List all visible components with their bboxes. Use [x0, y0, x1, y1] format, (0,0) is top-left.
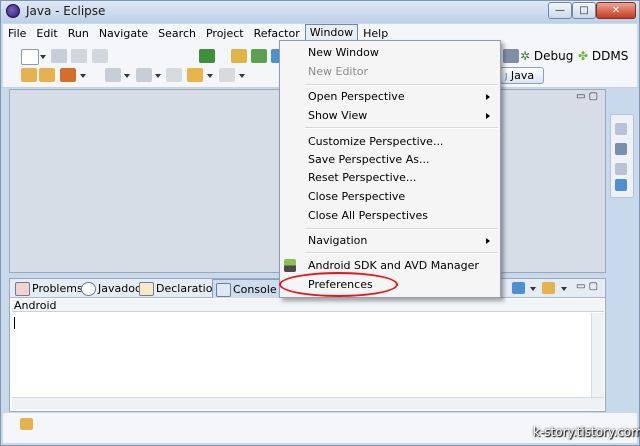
menu-item-android-sdk-avd-manager[interactable]: Android SDK and AVD Manager: [308, 259, 479, 272]
menu-separator: [305, 252, 498, 254]
window-title: Java - Eclipse: [26, 4, 106, 18]
save-icon[interactable]: [51, 49, 67, 63]
back-icon[interactable]: [187, 68, 203, 82]
menu-item-close-perspective[interactable]: Close Perspective: [308, 190, 405, 203]
editor-window-controls[interactable]: ▭ ▢: [576, 91, 598, 102]
perspective-ddms[interactable]: ✤ DDMS: [578, 49, 628, 63]
chevron-down-icon[interactable]: [530, 287, 536, 291]
search-icon[interactable]: [60, 68, 76, 82]
menu-item-save-perspective-as[interactable]: Save Perspective As...: [308, 153, 429, 166]
chevron-down-icon[interactable]: [239, 74, 245, 78]
last-edit-icon[interactable]: [166, 68, 182, 82]
android-sdk-manager-icon: [284, 259, 296, 272]
console-horizontal-scrollbar[interactable]: [12, 397, 604, 410]
declaration-icon: [139, 282, 154, 296]
menu-project[interactable]: Project: [201, 25, 249, 42]
tab-problems-label: Problems: [32, 282, 83, 295]
android-sdk-icon[interactable]: [199, 49, 215, 63]
menu-separator: [305, 84, 498, 86]
chevron-down-icon[interactable]: [80, 74, 86, 78]
chevron-down-icon[interactable]: [124, 74, 130, 78]
menu-item-show-view[interactable]: Show View: [308, 109, 367, 122]
next-annotation-icon[interactable]: [105, 68, 121, 82]
perspective-java[interactable]: J Java: [500, 67, 544, 84]
submenu-arrow-icon: [486, 113, 490, 119]
open-type-icon[interactable]: [21, 68, 37, 82]
chevron-down-icon[interactable]: [40, 55, 46, 59]
restore-icon[interactable]: [615, 123, 627, 135]
minimize-button[interactable]: —: [548, 2, 572, 19]
menu-separator: [305, 228, 498, 230]
console-text-caret: [14, 317, 15, 329]
menu-separator: [305, 127, 498, 129]
menu-item-close-all-perspectives[interactable]: Close All Perspectives: [308, 209, 428, 222]
submenu-arrow-icon: [486, 94, 490, 100]
print-icon[interactable]: [92, 49, 108, 63]
view-window-controls[interactable]: ▭ ▢: [576, 281, 598, 292]
menu-navigate[interactable]: Navigate: [94, 25, 153, 42]
chevron-down-icon[interactable]: [155, 74, 161, 78]
menu-search[interactable]: Search: [153, 25, 201, 42]
open-perspective-icon[interactable]: [503, 49, 519, 63]
watermark: k-story.tistory.com: [533, 425, 640, 439]
tab-declaration-label: Declaration: [156, 282, 220, 295]
javadoc-icon: [81, 282, 96, 296]
submenu-arrow-icon: [486, 238, 490, 244]
perspective-java-label: Java: [510, 69, 535, 82]
menu-item-customize-perspective[interactable]: Customize Perspective...: [308, 135, 443, 148]
chevron-down-icon[interactable]: [207, 74, 213, 78]
right-trim-stack: [610, 114, 634, 198]
new-package-icon[interactable]: [231, 49, 247, 63]
menu-item-navigation[interactable]: Navigation: [308, 234, 367, 247]
perspective-ddms-label: DDMS: [591, 49, 629, 63]
perspective-debug-label: Debug: [533, 49, 574, 63]
menu-item-new-window[interactable]: New Window: [308, 46, 379, 59]
perspective-debug[interactable]: ✲ Debug: [520, 49, 573, 63]
debug-icon: ✲: [520, 49, 531, 63]
menu-file[interactable]: File: [3, 25, 31, 42]
tab-javadoc[interactable]: Javadoc: [78, 279, 141, 298]
tab-declaration[interactable]: Declaration: [136, 279, 219, 298]
tab-console[interactable]: Console: [212, 279, 284, 298]
new-class-icon[interactable]: [251, 49, 267, 63]
tab-javadoc-label: Javadoc: [98, 282, 141, 295]
open-resource-icon[interactable]: [39, 68, 55, 82]
forward-icon[interactable]: [219, 68, 235, 82]
new-wizard-icon[interactable]: [21, 49, 39, 65]
eclipse-logo-icon: [6, 4, 20, 18]
chevron-down-icon[interactable]: [561, 287, 567, 291]
restore-icon[interactable]: [615, 163, 627, 175]
menu-edit[interactable]: Edit: [31, 25, 62, 42]
display-console-icon[interactable]: [512, 282, 525, 294]
maximize-button[interactable]: □: [572, 2, 596, 19]
previous-annotation-icon[interactable]: [136, 68, 152, 82]
outline-icon[interactable]: [615, 143, 627, 155]
menu-run[interactable]: Run: [63, 25, 94, 42]
open-console-icon[interactable]: [542, 282, 555, 294]
save-all-icon[interactable]: [71, 49, 87, 63]
java-perspective-icon: J: [505, 72, 508, 81]
menu-item-new-editor[interactable]: New Editor: [308, 65, 368, 78]
hierarchy-icon[interactable]: [615, 179, 627, 191]
fast-view-icon[interactable]: [20, 418, 33, 430]
highlight-ellipse: [279, 272, 398, 297]
android-icon: ✤: [578, 49, 589, 63]
tab-console-label: Console: [233, 283, 277, 296]
console-vertical-scrollbar[interactable]: [591, 313, 604, 397]
console-name: Android: [12, 299, 604, 312]
console-icon: [216, 283, 231, 297]
problems-icon: [15, 282, 30, 296]
menu-item-reset-perspective[interactable]: Reset Perspective...: [308, 171, 416, 184]
tab-problems[interactable]: Problems: [12, 279, 83, 298]
menu-item-open-perspective[interactable]: Open Perspective: [308, 90, 405, 103]
close-button[interactable]: ✕: [596, 2, 636, 19]
